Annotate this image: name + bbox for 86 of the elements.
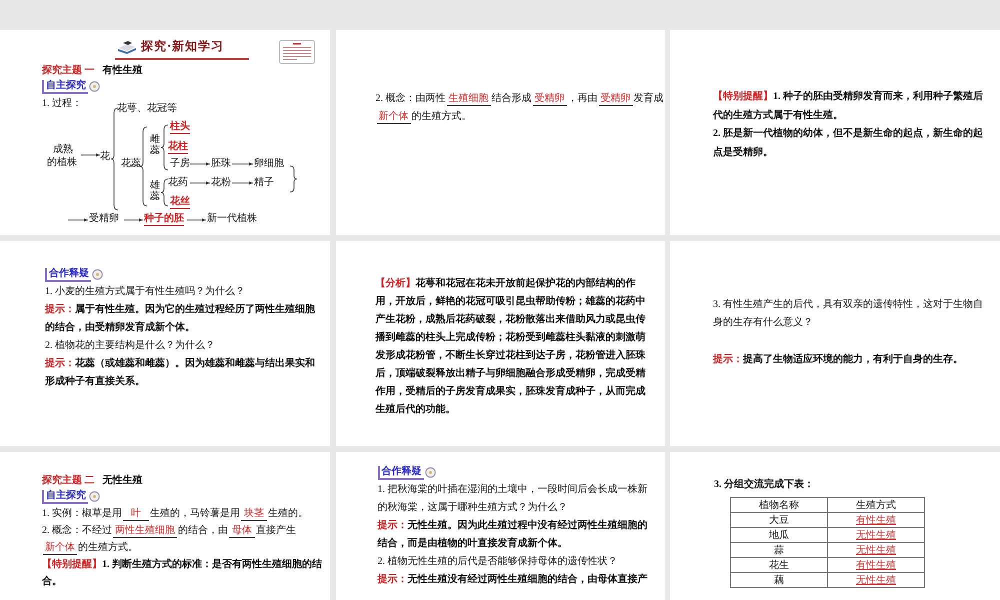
table-cell: 无性生殖 bbox=[828, 528, 924, 542]
diagram-label: 胚珠 bbox=[211, 158, 231, 170]
arrow-icon bbox=[190, 162, 210, 166]
slide[interactable]: 探究主题 二 无性生殖 自主探究 1. 实例：椒草是用 叶 生殖的，马铃薯是用 块茎 生殖的。 2. 概念：不经过 两性生殖细胞 的结合，由 母体 直接产生 新个体 的生殖方式。 【特别提醒】1. 判断生殖方式的标准：是否有两性生殖细胞的结合。 bbox=[0, 452, 330, 600]
diagram-label: 子房 bbox=[170, 158, 190, 170]
diagram-label: 新一代植株 bbox=[207, 213, 257, 225]
diagram-label: 花萼、花冠等 bbox=[117, 103, 177, 115]
arrow-icon bbox=[186, 218, 206, 222]
paragraph: 2. 植物无性生殖的后代是否能够保持母体的遗传性状？ bbox=[378, 554, 618, 569]
diagram-label: 受精卵 bbox=[89, 213, 119, 225]
table-cell: 大豆 bbox=[730, 512, 828, 528]
slide[interactable]: 3. 有性生殖产生的后代，具有双亲的遗传特性，这对于生物自身的生存有什么意义？ 提示：提高了生物适应环境的能力，有利于自身的生存。 bbox=[670, 241, 1000, 446]
paragraph: 2. 胚是新一代植物的幼体，但不是新生命的起点，新生命的起点是受精卵。 bbox=[713, 126, 984, 160]
diagram-label: 花 bbox=[100, 151, 110, 163]
topic-label: 探究主题 一 bbox=[42, 63, 94, 77]
disc-icon bbox=[424, 467, 436, 478]
brace-icon bbox=[160, 178, 168, 206]
arrow-icon bbox=[232, 181, 254, 185]
disc-icon bbox=[89, 81, 100, 92]
disc-icon bbox=[92, 269, 103, 280]
section-tag: 自主探究 bbox=[42, 80, 88, 94]
book-icon bbox=[117, 40, 137, 54]
slide[interactable]: 【特别提醒】1. 种子的胚由受精卵发育而来，利用种子繁殖后代的生殖方式属于有性生殖。 2. 胚是新一代植物的幼体，但不是新生命的起点，新生命的起点是受精卵。 bbox=[670, 30, 1000, 235]
table-cell: 地瓜 bbox=[730, 528, 828, 542]
diagram-label: 成熟 bbox=[53, 144, 73, 156]
slide[interactable]: 【分析】花萼和花冠在花未开放前起保护花的内部结构的作用，开放后，鲜艳的花冠可吸引昆虫帮助传粉；雄蕊的花药中产生花粉，成熟后花药破裂，花粉散落出来借助风力或昆虫传播到雌蕊的柱头上完成传粉；花粉受到雌蕊柱头黏液的刺激萌发形成花粉管，不断生长穿过花柱到达子房，花粉管进入胚珠后，顶端破裂释放出精子与卵细胞融合形成受精卵，完成受精作用，受精后的子房发育成果实，胚珠发育成种子，从而完成生殖后代的功能。 bbox=[336, 241, 664, 446]
diagram-label: 雄蕊 bbox=[150, 180, 160, 202]
table-cell: 有性生殖 bbox=[828, 558, 924, 572]
topic-title: 无性生殖 bbox=[102, 474, 142, 487]
table-cell: 无性生殖 bbox=[828, 572, 924, 588]
arrow-icon bbox=[68, 218, 88, 222]
diagram-label: 花丝 bbox=[170, 196, 190, 209]
section-tag: 合作释疑 bbox=[378, 466, 424, 480]
table-header-cell: 生殖方式 bbox=[828, 498, 924, 512]
diagram-label: 花药 bbox=[168, 177, 188, 189]
topic-title: 有性生殖 bbox=[102, 64, 142, 77]
paragraph: 1. 把秋海棠的叶插在湿润的土壤中，一段时间后会长成一株新的秋海棠，这属于哪种生殖方式？为什么？ bbox=[378, 482, 648, 515]
diagram-label: 雌蕊 bbox=[150, 134, 160, 156]
paragraph: 【分析】花萼和花冠在花未开放前起保护花的内部结构的作用，开放后，鲜艳的花冠可吸引昆虫帮助传粉；雄蕊的花药中产生花粉，成熟后花药破裂，花粉散落出来借助风力或昆虫传播到雌蕊的柱头上完成传粉；花粉受到雌蕊柱头黏液的刺激萌发形成花粉管，不断生长穿过花柱到达子房，花粉管进入胚珠后，顶端破裂释放出精子与卵细胞融合形成受精卵，完成受精作用，受精后的子房发育成果实，胚珠发育成种子，从而完成生殖后代的功能。 bbox=[376, 276, 646, 417]
paragraph: 2. 植物花的主要结构是什么？为什么？ bbox=[45, 338, 216, 353]
brace-icon bbox=[140, 126, 148, 206]
arrow-icon bbox=[232, 162, 254, 166]
slide[interactable]: 2. 概念：由两性 生殖细胞 结合形成 受精卵 ，再由 受精卵 发育成 新个体 的生殖方式。 bbox=[336, 30, 664, 235]
slide[interactable]: 合作释疑 1. 小麦的生殖方式属于有性生殖吗？为什么？ 提示：属于有性生殖。因为它的生殖过程经历了两性生殖细胞的结合，由受精卵发育成新个体。 2. 植物花的主要结构是什么？为什么？ 提示：花蕊（或雄蕊和雌蕊）。因为雄蕊和雌蕊与结出果实和形成种子有直接关系。 bbox=[0, 241, 330, 446]
disc-icon bbox=[89, 491, 100, 502]
table-cell: 有性生殖 bbox=[828, 512, 924, 528]
arrow-icon bbox=[124, 218, 144, 222]
diagram-label: 卵细胞 bbox=[254, 158, 284, 170]
brace-icon bbox=[290, 166, 298, 192]
diagram-label: 精子 bbox=[254, 177, 274, 189]
table-cell: 花生 bbox=[730, 558, 828, 572]
table-cell: 无性生殖 bbox=[828, 542, 924, 558]
note-thumbnail-drawing bbox=[279, 40, 315, 64]
slide[interactable]: 3. 分组交流完成下表： 植物名称 生殖方式 大豆 有性生殖 地瓜 无性生殖 蒜 无性生殖 花生 有性生殖 藕 无性生殖 bbox=[670, 452, 1000, 600]
diagram-label: 种子的胚 bbox=[144, 213, 184, 226]
paragraph: 3. 有性生殖产生的后代，具有双亲的遗传特性，这对于生物自身的生存有什么意义？ bbox=[713, 298, 984, 330]
slide[interactable]: 合作释疑 1. 把秋海棠的叶插在湿润的土壤中，一段时间后会长成一株新的秋海棠，这属于哪种生殖方式？为什么？ 提示：无性生殖。因为此生殖过程中没有经过两性生殖细胞的结合，而是由植物的叶直接发育成新个体。 2. 植物无性生殖的后代是否能够保持母体的遗传性状？ 提示：无性生殖没有经过两性生殖细胞的结合，由母体直接产 bbox=[336, 452, 664, 600]
table-cell: 蒜 bbox=[730, 542, 828, 558]
diagram-label: 花蕊 bbox=[121, 158, 141, 170]
paragraph: 1. 实例：椒草是用 叶 生殖的，马铃薯是用 块茎 生殖的。 bbox=[42, 506, 309, 522]
paragraph: 提示：属于有性生殖。因为它的生殖过程经历了两性生殖细胞的结合，由受精卵发育成新个体。 bbox=[45, 302, 316, 335]
brace-icon bbox=[160, 124, 168, 170]
diagram-label: 的植株 bbox=[47, 157, 77, 169]
topic-label: 探究主题 二 bbox=[42, 473, 94, 487]
section-banner: 探究·新知学习 bbox=[115, 36, 249, 60]
diagram-label: 柱头 bbox=[170, 121, 190, 134]
section-tag: 合作释疑 bbox=[45, 268, 91, 282]
brace-icon bbox=[110, 108, 118, 210]
paragraph: 提示：花蕊（或雄蕊和雌蕊）。因为雄蕊和雌蕊与结出果实和形成种子有直接关系。 bbox=[45, 356, 316, 389]
diagram-label: 花柱 bbox=[168, 141, 188, 154]
paragraph: 提示：提高了生物适应环境的能力，有利于自身的生存。 bbox=[713, 352, 964, 367]
paragraph: 2. 概念：不经过 两性生殖细胞 的结合，由 母体 直接产生 新个体 的生殖方式。 bbox=[42, 524, 297, 556]
paragraph: 1. 小麦的生殖方式属于有性生殖吗？为什么？ bbox=[45, 284, 246, 299]
paragraph: 【特别提醒】1. 种子的胚由受精卵发育而来，利用种子繁殖后代的生殖方式属于有性生殖。 bbox=[713, 89, 984, 122]
section-tag: 自主探究 bbox=[42, 490, 88, 504]
paragraph: 3. 分组交流完成下表： bbox=[714, 477, 815, 492]
paragraph: 提示：无性生殖没有经过两性生殖细胞的结合，由母体直接产 bbox=[378, 572, 648, 587]
diagram-label: 花粉 bbox=[211, 177, 231, 189]
paragraph: 提示：无性生殖。因为此生殖过程中没有经过两性生殖细胞的结合，而是由植物的叶直接发育成新个体。 bbox=[378, 518, 648, 551]
paragraph: 【特别提醒】1. 判断生殖方式的标准：是否有两性生殖细胞的结合。 bbox=[42, 557, 322, 589]
arrow-icon bbox=[80, 153, 100, 157]
paragraph: 2. 概念：由两性 生殖细胞 结合形成 受精卵 ，再由 受精卵 发育成 新个体 的生殖方式。 bbox=[376, 92, 664, 126]
paragraph: 1. 过程： bbox=[42, 96, 82, 111]
arrow-icon bbox=[190, 181, 210, 185]
table-header-cell: 植物名称 bbox=[730, 498, 828, 512]
table-cell: 藕 bbox=[730, 572, 828, 588]
